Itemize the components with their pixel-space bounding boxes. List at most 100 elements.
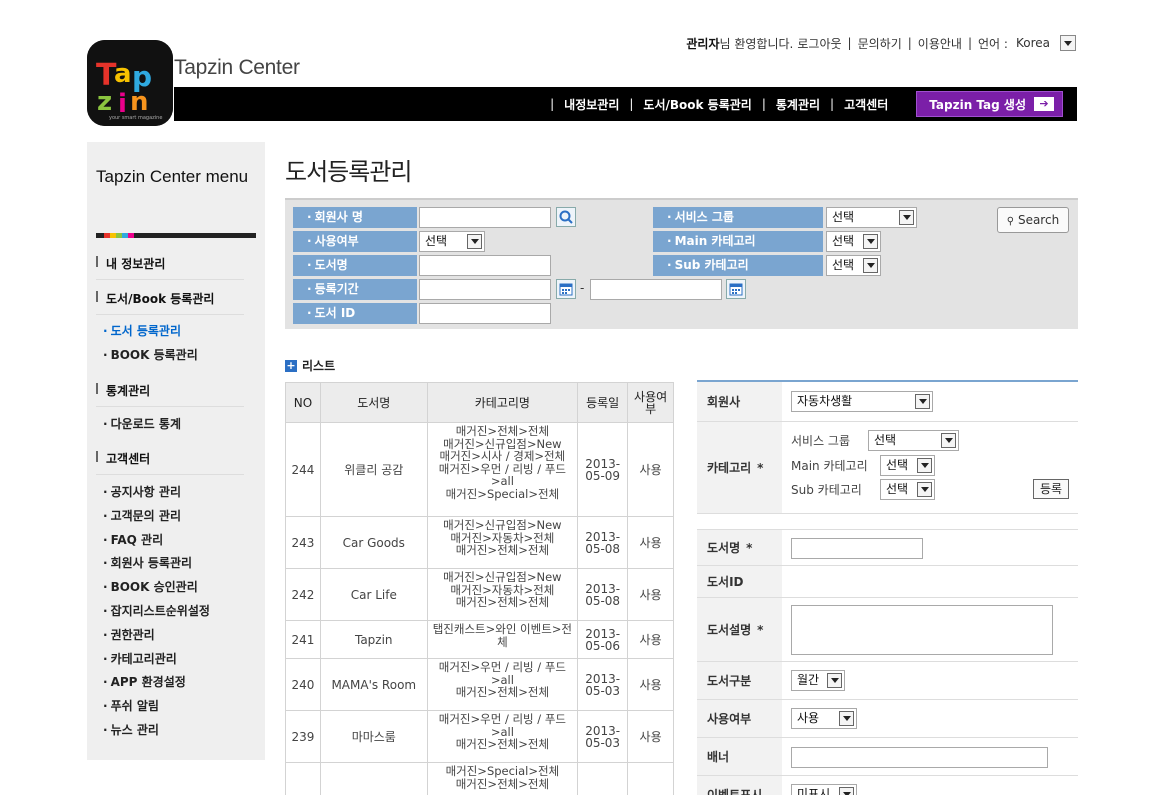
sidebar-item-faq[interactable]: FAQ 관리	[103, 531, 164, 548]
detail-event-select[interactable]: 미표시	[791, 784, 857, 795]
sidebar-item-news[interactable]: 뉴스 관리	[103, 721, 159, 738]
calendar-icon[interactable]	[726, 279, 746, 299]
language-value[interactable]: Korea	[1016, 36, 1050, 50]
search-main-select[interactable]: 선택	[826, 231, 881, 252]
svg-text:a: a	[114, 59, 132, 89]
sidebar-item-ranking[interactable]: 잡지리스트순위설정	[103, 602, 210, 619]
detail-row-desc: 도서설명 *	[697, 598, 1078, 662]
detail-sub-select[interactable]: 선택	[880, 479, 935, 500]
detail-title-input[interactable]	[791, 538, 923, 559]
detail-service-select[interactable]: 선택	[868, 430, 959, 451]
cell-category: 매거진>신규입점>New 매거진>자동차>전체 매거진>전체>전체	[426, 568, 579, 621]
detail-row-member: 회원사 자동차생활	[697, 382, 1078, 422]
tapzin-tag-button[interactable]: Tapzin Tag 생성 ➔	[916, 91, 1063, 117]
sidebar-item-member[interactable]: 회원사 등록관리	[103, 554, 192, 571]
divider: |	[967, 36, 973, 50]
detail-main-label: Main 카테고리	[791, 459, 868, 473]
table-row[interactable]: 244 위클리 공감 매거진>전체>전체 매거진>신규입점>New 매거진>시사 /…	[285, 422, 674, 517]
cell-date: 2013-05-03	[577, 710, 629, 763]
cell-use: 사용	[627, 568, 674, 621]
search-member-input[interactable]	[419, 207, 551, 228]
page-title: 도서등록관리	[285, 158, 412, 186]
logout-link[interactable]: 로그아웃	[797, 35, 841, 52]
chevron-down-icon	[917, 482, 932, 497]
calendar-icon[interactable]	[556, 279, 576, 299]
detail-use-select[interactable]: 사용	[791, 708, 857, 729]
search-use-select[interactable]: 선택	[419, 231, 485, 252]
nav-item-myinfo[interactable]: 내정보관리	[554, 96, 629, 113]
magnifier-icon[interactable]	[556, 207, 576, 227]
detail-row-event: 이벤트표시 미표시	[697, 776, 1078, 795]
col-no: NO	[285, 382, 321, 423]
detail-desc-textarea[interactable]	[791, 605, 1053, 655]
sidebar-item-bookreg[interactable]: BOOK 등록관리	[103, 346, 198, 363]
detail-category-label: 카테고리 *	[697, 422, 782, 513]
sidebar-item-book[interactable]: 도서/Book 등록관리	[96, 290, 244, 315]
sidebar-item-category[interactable]: 카테고리관리	[103, 650, 177, 667]
cell-date: 2013-05-08	[577, 516, 629, 569]
table-row[interactable]: 243 Car Goods 매거진>신규입점>New 매거진>자동차>전체 매거진>…	[285, 516, 674, 569]
sidebar-item-stats[interactable]: 통계관리	[96, 382, 244, 407]
sidebar-item-push[interactable]: 푸쉬 알림	[103, 697, 159, 714]
search-period-label: 등록기간	[293, 279, 417, 300]
search-title-input[interactable]	[419, 255, 551, 276]
cell-title: MAMA's Room	[319, 658, 428, 711]
nav-item-book[interactable]: 도서/Book 등록관리	[633, 96, 761, 113]
chevron-down-icon	[839, 711, 854, 726]
sidebar-item-app-settings[interactable]: APP 환경설정	[103, 673, 186, 690]
guide-link[interactable]: 이용안내	[918, 35, 962, 52]
search-service-select[interactable]: 선택	[826, 207, 917, 228]
nav-item-stats[interactable]: 통계관리	[766, 96, 830, 113]
detail-type-select[interactable]: 월간	[791, 670, 845, 691]
plus-icon: +	[285, 358, 297, 372]
sidebar-item-cs[interactable]: 고객센터	[96, 450, 244, 475]
detail-event-label: 이벤트표시	[697, 776, 782, 795]
language-dropdown-icon[interactable]	[1060, 35, 1076, 51]
brand-name: Tapzin Center	[174, 56, 300, 79]
detail-banner-input[interactable]	[791, 747, 1048, 768]
detail-main-select[interactable]: 선택	[880, 455, 935, 476]
logo-graphic: T a p z i n your smart magazine	[87, 40, 173, 126]
detail-desc-label: 도서설명 *	[697, 598, 782, 661]
cell-title: 마마스룸	[319, 710, 428, 763]
search-period-start-input[interactable]	[419, 279, 551, 300]
search-id-input[interactable]	[419, 303, 551, 324]
cell-no: 243	[285, 516, 321, 569]
search-button[interactable]: ⚲ Search	[997, 207, 1069, 233]
language-label: 언어 :	[978, 36, 1008, 51]
sidebar-item-notice[interactable]: 공지사항 관리	[103, 483, 181, 500]
cell-category: 매거진>Special>전체 매거진>전체>전체	[426, 762, 579, 795]
sidebar: Tapzin Center menu 내 정보관리 도서/Book 등록관리 도…	[87, 142, 265, 760]
table-row[interactable]: 239 마마스룸 매거진>우먼 / 리빙 / 푸드>all 매거진>전체>전체 201…	[285, 710, 674, 763]
divider: |	[847, 36, 852, 50]
chevron-down-icon	[827, 673, 842, 688]
sidebar-item-book-approve[interactable]: BOOK 승인관리	[103, 578, 198, 595]
search-sub-select[interactable]: 선택	[826, 255, 881, 276]
detail-row-use: 사용여부 사용	[697, 700, 1078, 738]
tapzin-logo[interactable]: T a p z i n your smart magazine	[87, 40, 173, 126]
book-list-body: 244 위클리 공감 매거진>전체>전체 매거진>신규입점>New 매거진>시사 /…	[285, 422, 674, 795]
sidebar-item-download-stats[interactable]: 다운로드 통계	[103, 415, 181, 432]
detail-row-category: 카테고리 * 서비스 그룹 선택 Main 카테고리 선택 Sub 카테고리 선택…	[697, 422, 1078, 514]
detail-sub-label: Sub 카테고리	[791, 483, 862, 497]
search-title-label: 도서명	[293, 255, 417, 276]
sidebar-item-permission[interactable]: 권한관리	[103, 626, 155, 643]
nav-item-cs[interactable]: 고객센터	[834, 96, 898, 113]
detail-member-select[interactable]: 자동차생활	[791, 391, 933, 412]
sidebar-item-myinfo[interactable]: 내 정보관리	[96, 255, 244, 280]
cell-title: Tapzin	[319, 620, 428, 659]
cell-no: 244	[285, 422, 321, 517]
table-row[interactable]: 241 Tapzin 탭진캐스트>와인 이벤트>전체 2013-05-06 사용	[285, 620, 674, 659]
table-row[interactable]: 240 MAMA's Room 매거진>우먼 / 리빙 / 푸드>all 매거진>전…	[285, 658, 674, 711]
inquiry-link[interactable]: 문의하기	[858, 35, 902, 52]
category-register-button[interactable]: 등록	[1033, 479, 1069, 499]
cell-category: 매거진>신규입점>New 매거진>자동차>전체 매거진>전체>전체	[426, 516, 579, 569]
sidebar-item-inquiry[interactable]: 고객문의 관리	[103, 507, 181, 524]
search-period-end-input[interactable]	[590, 279, 722, 300]
cell-use: 사용	[627, 620, 674, 659]
detail-member-label: 회원사	[697, 382, 782, 421]
table-row[interactable]: 242 Car Life 매거진>신규입점>New 매거진>자동차>전체 매거진>전…	[285, 568, 674, 621]
sidebar-item-book-register[interactable]: 도서 등록관리	[103, 322, 181, 339]
detail-spacer	[697, 514, 1078, 530]
table-row[interactable]: 매거진>Special>전체 매거진>전체>전체	[285, 762, 674, 795]
